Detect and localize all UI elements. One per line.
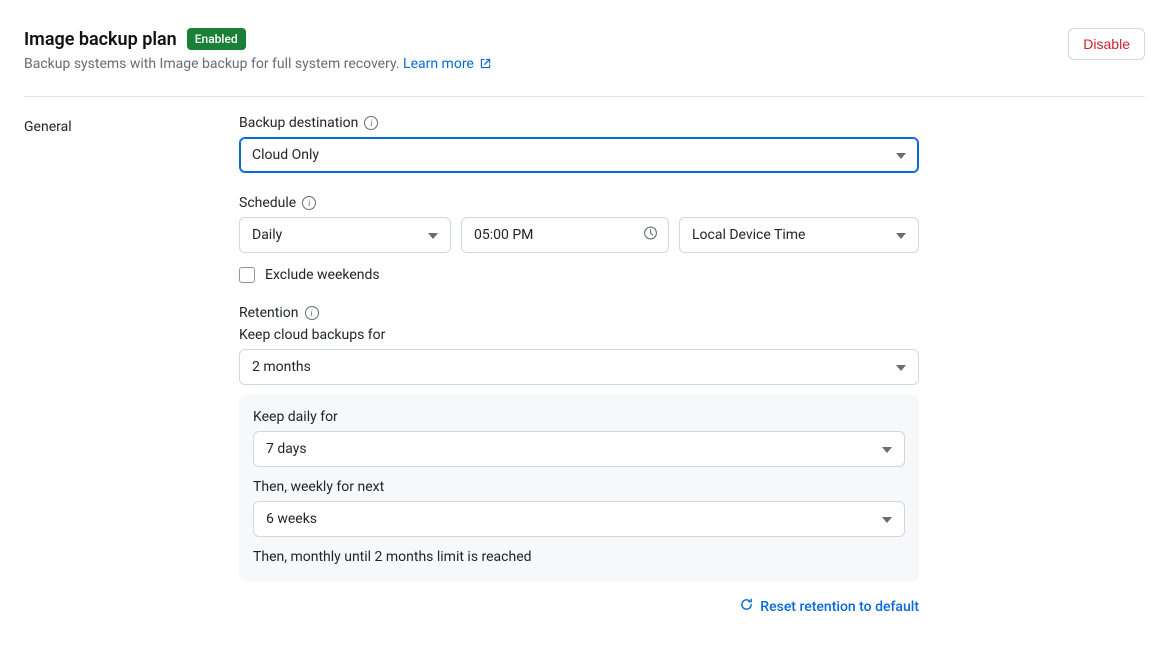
monthly-note: Then, monthly until 2 months limit is re…: [253, 549, 905, 565]
retention-label-text: Retention: [239, 305, 299, 321]
chevron-down-icon: [882, 511, 892, 527]
chevron-down-icon: [428, 227, 438, 243]
learn-more-label: Learn more: [403, 56, 474, 72]
reset-retention-link[interactable]: Reset retention to default: [739, 597, 919, 616]
timezone-value: Local Device Time: [692, 227, 805, 243]
keep-daily-value: 7 days: [266, 441, 307, 457]
destination-label: Backup destination i: [239, 115, 919, 131]
reset-row: Reset retention to default: [239, 597, 919, 616]
schedule-label: Schedule i: [239, 195, 919, 211]
info-icon[interactable]: i: [305, 306, 319, 320]
destination-value: Cloud Only: [252, 147, 319, 163]
learn-more-link[interactable]: Learn more: [403, 56, 492, 72]
destination-label-text: Backup destination: [239, 115, 358, 131]
keep-daily-label: Keep daily for: [253, 409, 905, 425]
exclude-weekends-label: Exclude weekends: [265, 267, 380, 283]
weekly-label: Then, weekly for next: [253, 479, 905, 495]
disable-button[interactable]: Disable: [1068, 28, 1145, 60]
schedule-label-text: Schedule: [239, 195, 296, 211]
description-text: Backup systems with Image backup for ful…: [24, 56, 400, 72]
section-label: General: [24, 115, 239, 135]
general-section: General Backup destination i Cloud Only …: [24, 115, 1145, 616]
keep-cloud-label: Keep cloud backups for: [239, 327, 919, 343]
keep-daily-select[interactable]: 7 days: [253, 431, 905, 467]
page-title: Image backup plan: [24, 29, 177, 50]
destination-group: Backup destination i Cloud Only: [239, 115, 919, 173]
section-content: Backup destination i Cloud Only Schedule…: [239, 115, 919, 616]
exclude-weekends-row: Exclude weekends: [239, 267, 919, 283]
retention-group: Retention i Keep cloud backups for 2 mon…: [239, 305, 919, 616]
frequency-value: Daily: [252, 227, 282, 243]
exclude-weekends-checkbox[interactable]: [239, 267, 255, 283]
keep-cloud-value: 2 months: [252, 359, 311, 375]
header: Image backup plan Enabled Backup systems…: [24, 28, 1145, 74]
time-input[interactable]: 05:00 PM: [461, 217, 669, 253]
title-line: Image backup plan Enabled: [24, 28, 492, 50]
schedule-row: Daily 05:00 PM Local Device Tim: [239, 217, 919, 253]
retention-label: Retention i: [239, 305, 919, 321]
timezone-select[interactable]: Local Device Time: [679, 217, 919, 253]
status-badge: Enabled: [187, 28, 246, 50]
retention-detail-box: Keep daily for 7 days Then, weekly for n…: [239, 395, 919, 581]
time-value: 05:00 PM: [474, 227, 533, 243]
weekly-select[interactable]: 6 weeks: [253, 501, 905, 537]
divider: [24, 96, 1145, 97]
header-left: Image backup plan Enabled Backup systems…: [24, 28, 492, 74]
info-icon[interactable]: i: [364, 116, 378, 130]
chevron-down-icon: [882, 441, 892, 457]
weekly-value: 6 weeks: [266, 511, 317, 527]
refresh-icon: [739, 597, 754, 616]
destination-select[interactable]: Cloud Only: [239, 137, 919, 173]
chevron-down-icon: [896, 147, 906, 163]
chevron-down-icon: [896, 359, 906, 375]
reset-retention-label: Reset retention to default: [760, 599, 919, 615]
schedule-group: Schedule i Daily 05:00 PM: [239, 195, 919, 283]
info-icon[interactable]: i: [302, 196, 316, 210]
external-link-icon: [479, 57, 492, 74]
frequency-select[interactable]: Daily: [239, 217, 451, 253]
page-description: Backup systems with Image backup for ful…: [24, 56, 492, 74]
keep-cloud-select[interactable]: 2 months: [239, 349, 919, 385]
clock-icon: [643, 226, 658, 245]
chevron-down-icon: [896, 227, 906, 243]
